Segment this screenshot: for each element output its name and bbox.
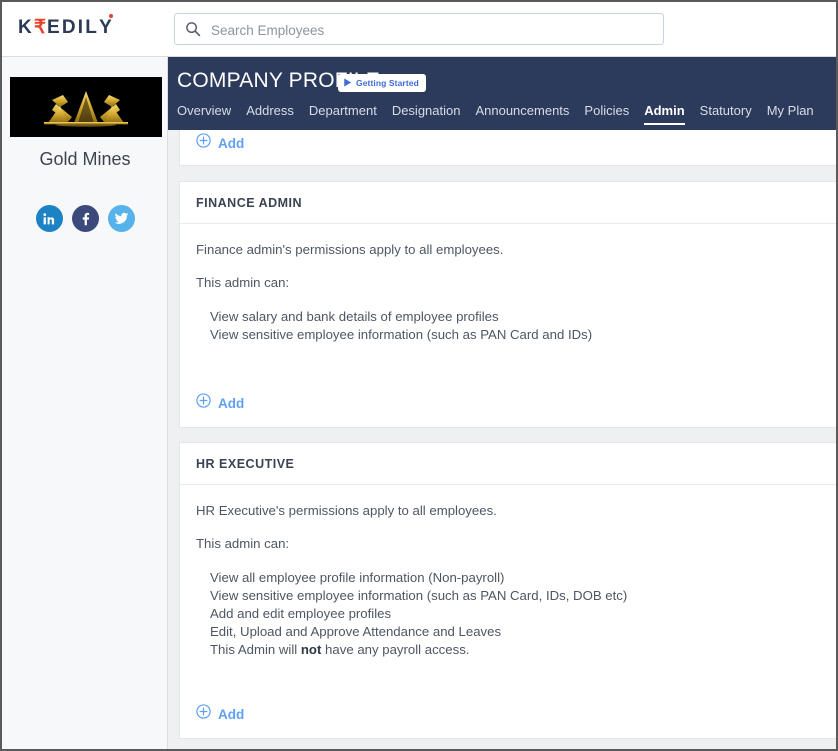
tab-statutory[interactable]: Statutory [700,103,752,125]
top-bar: K₹EDILY [2,2,836,57]
permission-item: View sensitive employee information (suc… [210,588,628,603]
payroll-note-bold: not [300,642,322,657]
plus-circle-icon [196,133,211,153]
tab-designation[interactable]: Designation [392,103,461,125]
company-logo [10,77,162,137]
tab-admin[interactable]: Admin [644,103,685,125]
main-content: Add FINANCE ADMIN Finance admin's permis… [168,130,836,749]
add-label-finance: Add [218,395,245,411]
tab-overview[interactable]: Overview [177,103,231,125]
logo-text-pre: K [18,17,34,38]
tab-my-plan[interactable]: My Plan [767,103,814,125]
plus-circle-icon [196,393,211,413]
add-row-partial: Add [180,133,244,153]
payroll-note-post: have any payroll access. [321,642,470,657]
hr-executive-subintro: This admin can: [196,536,290,551]
hr-executive-header: HR EXECUTIVE [180,443,836,485]
hr-executive-card: HR EXECUTIVE HR Executive's permissions … [179,442,836,739]
rupee-symbol-icon: ₹ [33,17,48,38]
permission-item: View salary and bank details of employee… [210,309,499,324]
add-hr-executive-button[interactable]: Add [196,704,244,724]
finance-admin-intro: Finance admin's permissions apply to all… [196,242,504,257]
getting-started-label: Getting Started [356,78,419,88]
app-window: K₹EDILY Search Employees Gold Mines COMP… [0,0,838,751]
logo-text-last: Y [99,14,114,38]
finance-admin-title: FINANCE ADMIN [196,195,303,210]
finance-admin-body: Finance admin's permissions apply to all… [180,224,836,344]
permission-item-payroll-note: This Admin will not have any payroll acc… [210,641,836,659]
finance-admin-add-row: Add [180,393,244,413]
finance-admin-card: FINANCE ADMIN Finance admin's permission… [179,181,836,428]
linkedin-icon[interactable] [35,205,63,232]
tab-announcements[interactable]: Announcements [475,103,569,125]
add-admin-button-top[interactable]: Add [196,133,244,153]
sidebar: Gold Mines [2,57,168,749]
getting-started-button[interactable]: Getting Started [338,74,426,92]
facebook-icon[interactable] [71,205,99,232]
hr-executive-title: HR EXECUTIVE [196,456,295,471]
tab-department[interactable]: Department [309,103,377,125]
search-icon [185,21,201,37]
add-label-hr: Add [218,706,245,722]
permission-item: View all employee profile information (N… [210,570,505,585]
hr-executive-add-row: Add [180,704,244,724]
company-name: Gold Mines [39,149,131,169]
admin-card-partial: Add [179,130,836,166]
finance-admin-header: FINANCE ADMIN [180,182,836,224]
play-icon [343,74,352,92]
tab-address[interactable]: Address [246,103,294,125]
page-header: COMPANY PROFILE Getting Started Overview… [168,57,836,130]
finance-admin-permissions: View salary and bank details of employee… [196,308,836,344]
finance-admin-subintro: This admin can: [196,275,290,290]
permission-item: Edit, Upload and Approve Attendance and … [210,624,502,639]
hr-executive-intro: HR Executive's permissions apply to all … [196,503,497,518]
hr-executive-permissions: View all employee profile information (N… [196,569,836,659]
social-links [2,205,168,232]
logo-text-post: EDIL [47,17,100,38]
payroll-note-pre: This Admin will [210,642,301,657]
add-label-top: Add [218,135,245,151]
permission-item: View sensitive employee information (suc… [210,327,593,342]
add-finance-admin-button[interactable]: Add [196,393,244,413]
search-input[interactable] [209,14,659,46]
permission-item: Add and edit employee profiles [210,606,392,621]
search-box[interactable] [174,13,664,46]
tab-policies[interactable]: Policies [584,103,629,125]
plus-circle-icon [196,704,211,724]
twitter-icon[interactable] [107,205,135,232]
hr-executive-body: HR Executive's permissions apply to all … [180,485,836,659]
kredily-logo[interactable]: K₹EDILY [18,14,114,39]
nav-tabs: Overview Address Department Designation … [177,103,814,125]
